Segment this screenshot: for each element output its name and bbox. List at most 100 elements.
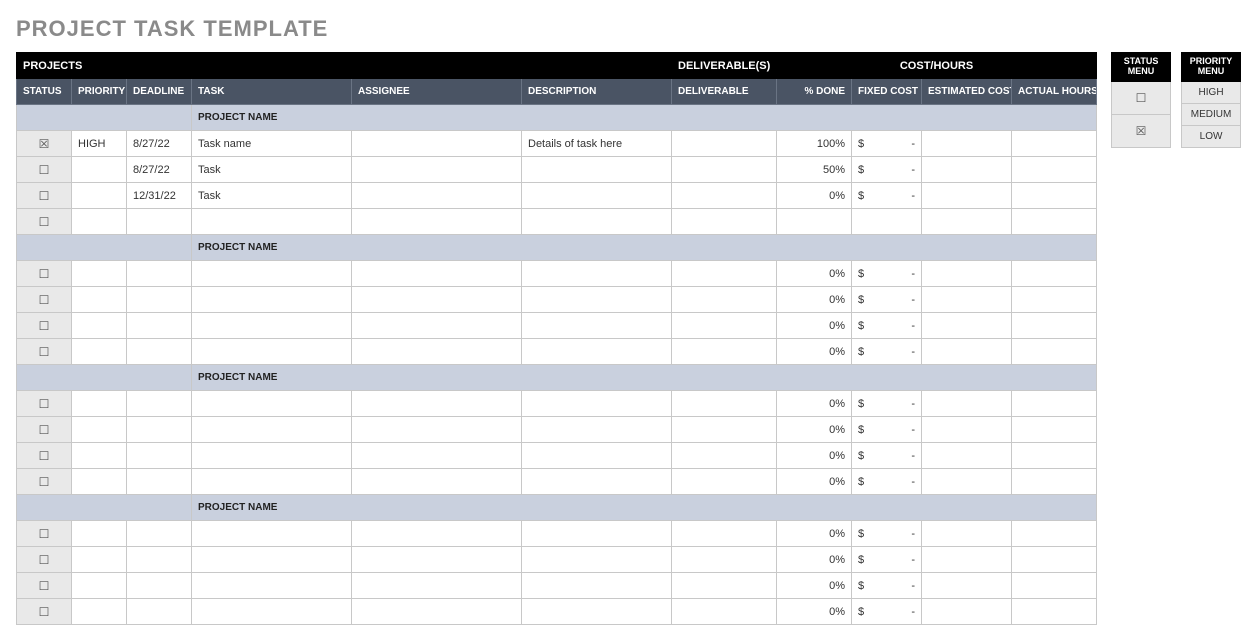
actual-hours-cell[interactable]	[1012, 573, 1097, 599]
assignee-cell[interactable]	[352, 183, 522, 209]
assignee-cell[interactable]	[352, 261, 522, 287]
fixed-cost-cell[interactable]: $-	[852, 339, 922, 365]
estimated-cost-cell[interactable]	[922, 131, 1012, 157]
actual-hours-cell[interactable]	[1012, 599, 1097, 625]
description-cell[interactable]	[522, 443, 672, 469]
deliverable-cell[interactable]	[672, 157, 777, 183]
estimated-cost-cell[interactable]	[922, 313, 1012, 339]
description-cell[interactable]	[522, 599, 672, 625]
description-cell[interactable]	[522, 391, 672, 417]
fixed-cost-cell[interactable]: $-	[852, 313, 922, 339]
status-checkbox[interactable]: ☒	[17, 131, 72, 157]
actual-hours-cell[interactable]	[1012, 131, 1097, 157]
description-cell[interactable]	[522, 157, 672, 183]
description-cell[interactable]: Details of task here	[522, 131, 672, 157]
actual-hours-cell[interactable]	[1012, 183, 1097, 209]
pct-done-cell[interactable]: 0%	[777, 521, 852, 547]
description-cell[interactable]	[522, 261, 672, 287]
description-cell[interactable]	[522, 313, 672, 339]
status-checkbox[interactable]: ☐	[17, 469, 72, 495]
priority-cell[interactable]: HIGH	[72, 131, 127, 157]
fixed-cost-cell[interactable]: $-	[852, 469, 922, 495]
pct-done-cell[interactable]: 0%	[777, 261, 852, 287]
assignee-cell[interactable]	[352, 339, 522, 365]
estimated-cost-cell[interactable]	[922, 521, 1012, 547]
deadline-cell[interactable]	[127, 261, 192, 287]
deadline-cell[interactable]	[127, 339, 192, 365]
project-name-label[interactable]: PROJECT NAME	[192, 365, 1097, 391]
fixed-cost-cell[interactable]	[852, 209, 922, 235]
assignee-cell[interactable]	[352, 547, 522, 573]
fixed-cost-cell[interactable]: $-	[852, 417, 922, 443]
estimated-cost-cell[interactable]	[922, 417, 1012, 443]
deadline-cell[interactable]	[127, 391, 192, 417]
description-cell[interactable]	[522, 573, 672, 599]
fixed-cost-cell[interactable]: $-	[852, 183, 922, 209]
estimated-cost-cell[interactable]	[922, 209, 1012, 235]
pct-done-cell[interactable]: 0%	[777, 573, 852, 599]
pct-done-cell[interactable]	[777, 209, 852, 235]
assignee-cell[interactable]	[352, 391, 522, 417]
actual-hours-cell[interactable]	[1012, 469, 1097, 495]
actual-hours-cell[interactable]	[1012, 209, 1097, 235]
deadline-cell[interactable]	[127, 573, 192, 599]
fixed-cost-cell[interactable]: $-	[852, 521, 922, 547]
deliverable-cell[interactable]	[672, 131, 777, 157]
actual-hours-cell[interactable]	[1012, 313, 1097, 339]
description-cell[interactable]	[522, 339, 672, 365]
deadline-cell[interactable]	[127, 313, 192, 339]
task-cell[interactable]	[192, 547, 352, 573]
deadline-cell[interactable]	[127, 443, 192, 469]
deadline-cell[interactable]	[127, 599, 192, 625]
task-cell[interactable]	[192, 443, 352, 469]
status-checkbox[interactable]: ☐	[17, 443, 72, 469]
task-cell[interactable]	[192, 417, 352, 443]
priority-menu-item[interactable]: LOW	[1182, 125, 1241, 147]
project-name-label[interactable]: PROJECT NAME	[192, 495, 1097, 521]
assignee-cell[interactable]	[352, 443, 522, 469]
assignee-cell[interactable]	[352, 131, 522, 157]
status-checkbox[interactable]: ☐	[17, 157, 72, 183]
priority-cell[interactable]	[72, 287, 127, 313]
task-cell[interactable]: Task name	[192, 131, 352, 157]
task-cell[interactable]	[192, 209, 352, 235]
task-cell[interactable]	[192, 287, 352, 313]
status-checkbox[interactable]: ☐	[17, 209, 72, 235]
estimated-cost-cell[interactable]	[922, 287, 1012, 313]
task-cell[interactable]	[192, 469, 352, 495]
status-checkbox[interactable]: ☐	[17, 261, 72, 287]
deliverable-cell[interactable]	[672, 287, 777, 313]
estimated-cost-cell[interactable]	[922, 573, 1012, 599]
priority-cell[interactable]	[72, 521, 127, 547]
description-cell[interactable]	[522, 417, 672, 443]
fixed-cost-cell[interactable]: $-	[852, 157, 922, 183]
estimated-cost-cell[interactable]	[922, 261, 1012, 287]
actual-hours-cell[interactable]	[1012, 521, 1097, 547]
status-checkbox[interactable]: ☐	[17, 183, 72, 209]
priority-cell[interactable]	[72, 391, 127, 417]
estimated-cost-cell[interactable]	[922, 339, 1012, 365]
priority-menu-item[interactable]: HIGH	[1182, 81, 1241, 103]
deliverable-cell[interactable]	[672, 209, 777, 235]
status-menu-item[interactable]: ☐	[1112, 81, 1171, 114]
description-cell[interactable]	[522, 183, 672, 209]
assignee-cell[interactable]	[352, 209, 522, 235]
status-checkbox[interactable]: ☐	[17, 521, 72, 547]
estimated-cost-cell[interactable]	[922, 183, 1012, 209]
status-menu-item[interactable]: ☒	[1112, 114, 1171, 147]
pct-done-cell[interactable]: 0%	[777, 287, 852, 313]
description-cell[interactable]	[522, 287, 672, 313]
deliverable-cell[interactable]	[672, 599, 777, 625]
description-cell[interactable]	[522, 209, 672, 235]
task-cell[interactable]	[192, 339, 352, 365]
pct-done-cell[interactable]: 0%	[777, 183, 852, 209]
fixed-cost-cell[interactable]: $-	[852, 443, 922, 469]
actual-hours-cell[interactable]	[1012, 157, 1097, 183]
pct-done-cell[interactable]: 0%	[777, 547, 852, 573]
priority-cell[interactable]	[72, 339, 127, 365]
actual-hours-cell[interactable]	[1012, 547, 1097, 573]
estimated-cost-cell[interactable]	[922, 547, 1012, 573]
status-checkbox[interactable]: ☐	[17, 599, 72, 625]
deliverable-cell[interactable]	[672, 261, 777, 287]
pct-done-cell[interactable]: 0%	[777, 417, 852, 443]
